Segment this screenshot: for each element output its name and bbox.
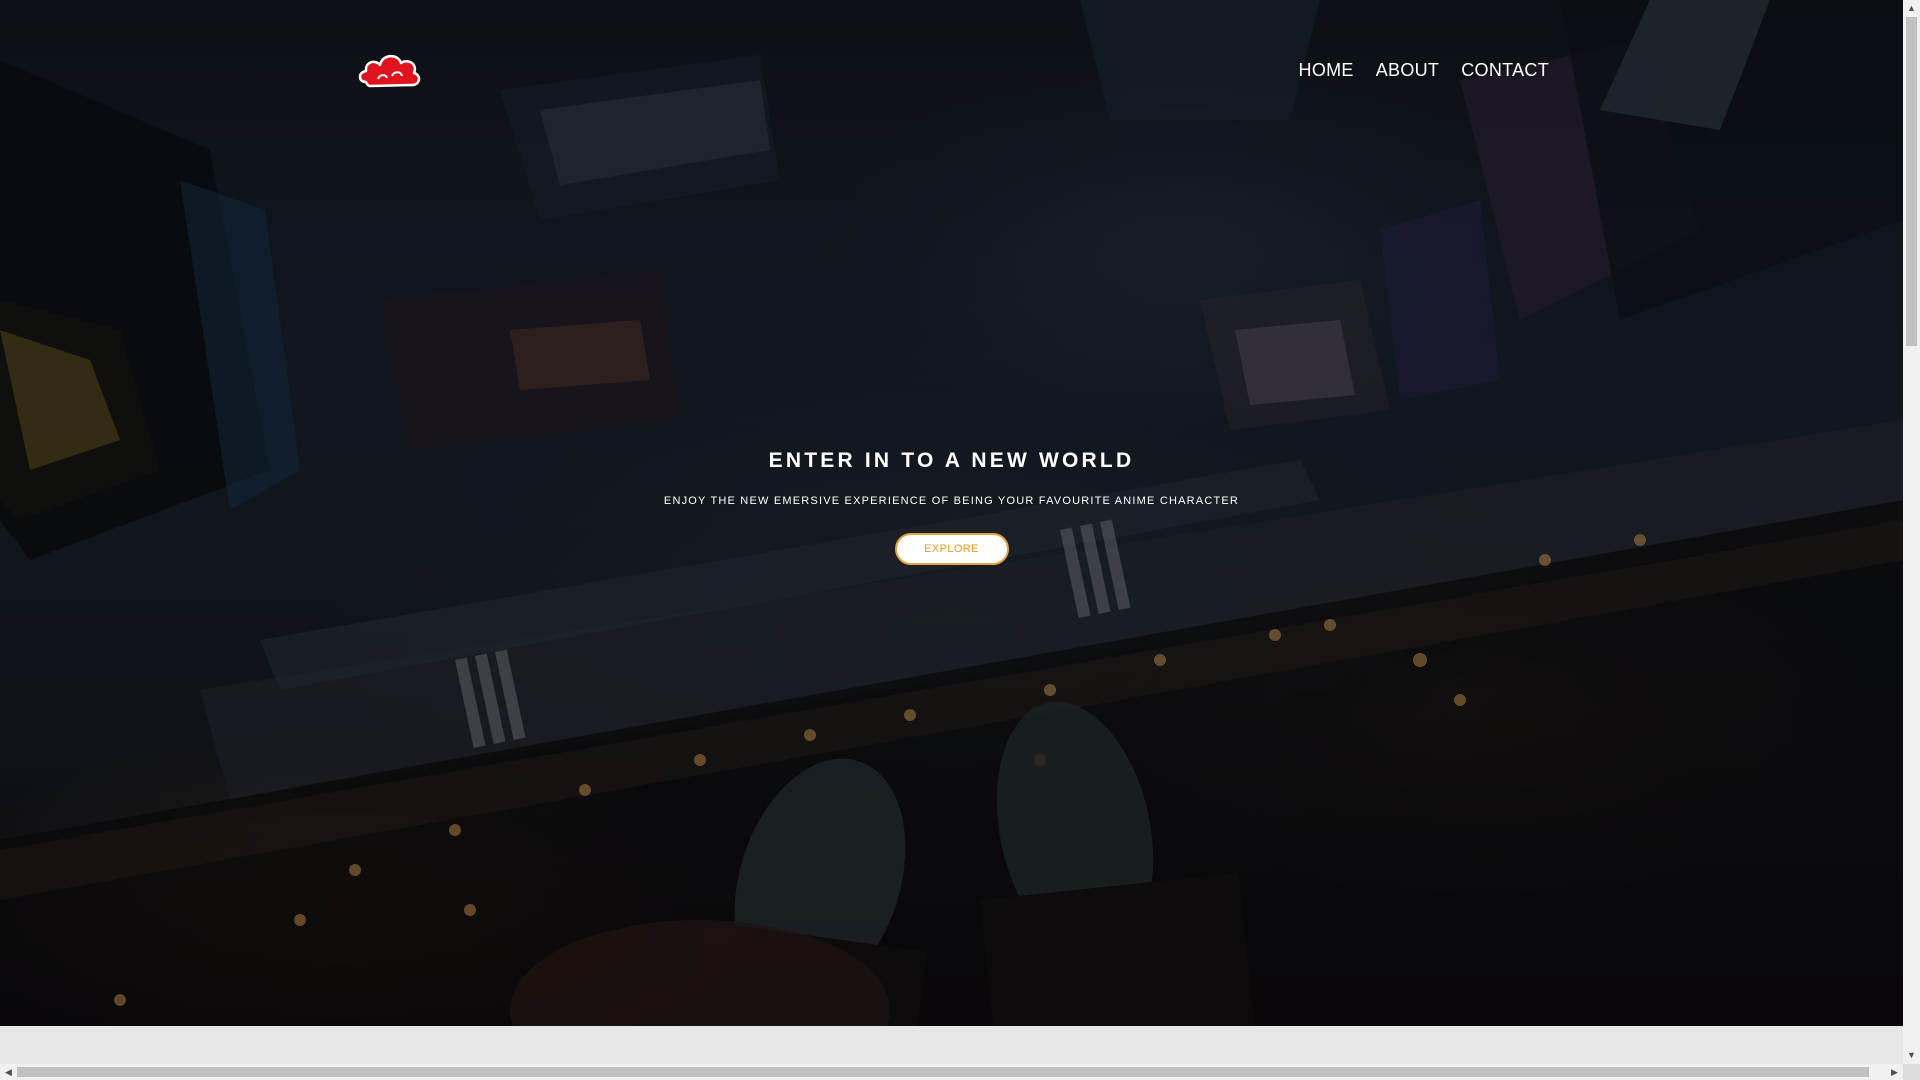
scroll-left-arrow-icon[interactable]: ◀ — [0, 1064, 17, 1080]
hero-title: ENTER IN TO A NEW WORLD — [768, 449, 1135, 472]
nav-home-link[interactable]: HOME — [1299, 60, 1354, 81]
explore-button[interactable]: EXPLORE — [894, 533, 1009, 565]
horizontal-scrollbar[interactable]: ◀ ▶ — [0, 1064, 1903, 1080]
red-cloud-icon[interactable] — [356, 46, 422, 92]
hero-copy: ENTER IN TO A NEW WORLD ENJOY THE NEW EM… — [0, 448, 1903, 565]
horizontal-scroll-thumb[interactable] — [17, 1067, 1869, 1077]
nav-contact-link[interactable]: CONTACT — [1461, 60, 1549, 81]
scroll-down-arrow-icon[interactable]: ▼ — [1903, 1047, 1920, 1064]
scroll-up-arrow-icon[interactable]: ▲ — [1903, 0, 1920, 17]
vertical-scrollbar[interactable]: ▲ ▼ — [1903, 0, 1920, 1064]
hero-section: HOME ABOUT CONTACT ENTER IN TO A NEW WOR… — [0, 0, 1903, 1026]
scrollbar-corner — [1903, 1064, 1920, 1080]
vertical-scroll-thumb[interactable] — [1906, 17, 1917, 346]
hero-subtitle: ENJOY THE NEW EMERSIVE EXPERIENCE OF BEI… — [663, 495, 1240, 507]
browser-viewport: HOME ABOUT CONTACT ENTER IN TO A NEW WOR… — [0, 0, 1920, 1080]
nav-about-link[interactable]: ABOUT — [1376, 60, 1440, 81]
main-nav: HOME ABOUT CONTACT — [1299, 60, 1549, 81]
scroll-right-arrow-icon[interactable]: ▶ — [1886, 1064, 1903, 1080]
